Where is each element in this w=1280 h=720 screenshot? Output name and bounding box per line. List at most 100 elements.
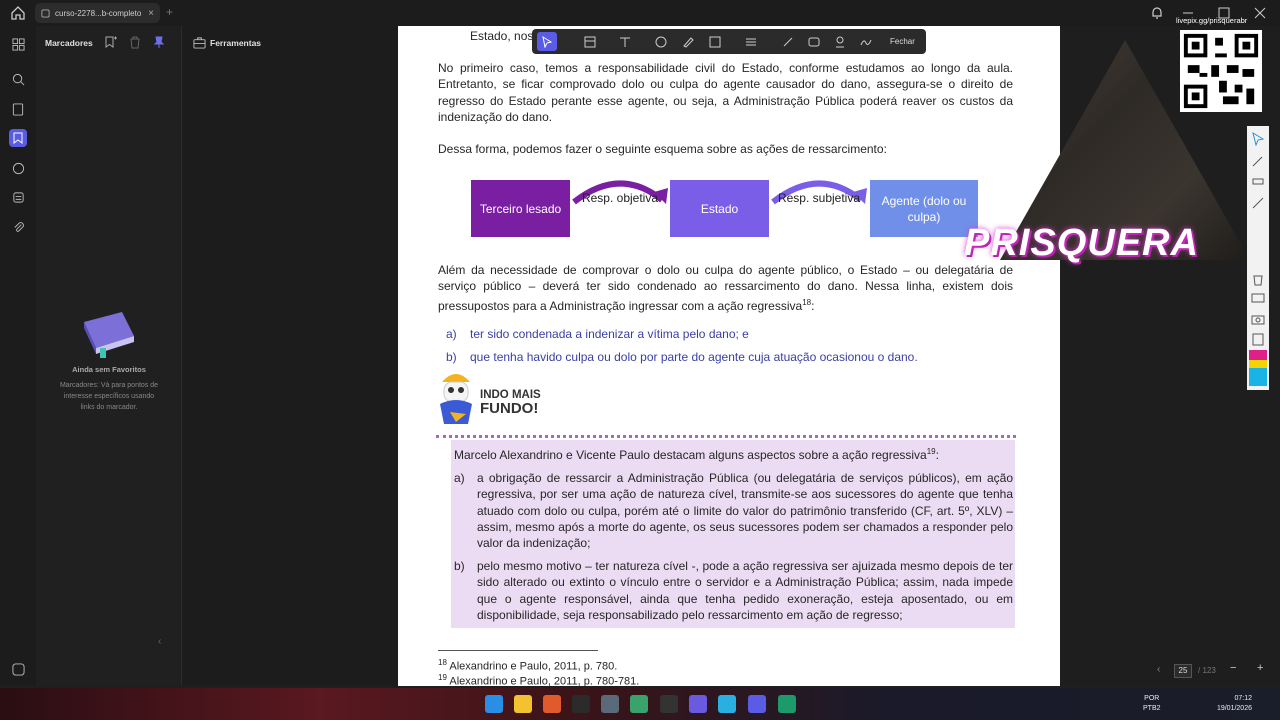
box-item-letter: a) <box>454 471 465 485</box>
color-swatch-yellow[interactable] <box>1249 360 1267 368</box>
toolbox-icon[interactable] <box>193 36 206 49</box>
tab-title: curso-2278...b-completo <box>55 8 142 18</box>
list-item: a) ter sido condenada a indenizar a vítim… <box>446 327 749 341</box>
qr-caption: livepix.gg/prisquerabr <box>1176 16 1248 25</box>
area-select-icon[interactable] <box>582 34 597 49</box>
pin-icon[interactable] <box>152 35 166 49</box>
diagram-box-estado: Estado <box>670 180 769 237</box>
pdf-app-icon[interactable] <box>748 695 766 713</box>
comment-tool-icon[interactable] <box>653 34 668 49</box>
mascot-icon <box>440 374 472 424</box>
clipboard-icon[interactable] <box>1251 332 1265 346</box>
dotted-divider <box>436 435 1016 438</box>
paragraph-3: Além da necessidade de comprovar o dolo … <box>438 263 1013 313</box>
zoom-out-button[interactable]: − <box>1230 662 1236 674</box>
layers-icon[interactable] <box>9 188 27 206</box>
tools-panel: Ferramentas <box>182 26 398 686</box>
list-item: b) que tenha havido culpa ou dolo por par… <box>446 350 918 364</box>
system-clock[interactable]: 07:12 19/01/2026 <box>1208 694 1252 714</box>
paragraph-1: No primeiro caso, temos a responsabilida… <box>438 61 1013 124</box>
file-explorer-icon[interactable] <box>514 695 532 713</box>
highlighter-icon[interactable] <box>680 34 695 49</box>
rectangle-tool-icon[interactable] <box>707 34 722 49</box>
box-item-text: pelo mesmo motivo – ter natureza cível -… <box>477 559 1013 622</box>
monitor-icon[interactable] <box>1251 292 1265 306</box>
select-tool-icon[interactable] <box>537 32 557 51</box>
sticker-icon[interactable] <box>832 34 847 49</box>
home-icon[interactable] <box>10 5 26 21</box>
color-swatch-magenta[interactable] <box>1249 350 1267 360</box>
comments-icon[interactable] <box>9 159 27 177</box>
streamer-brand: PRISQUERA <box>964 222 1199 264</box>
signature-icon[interactable] <box>858 34 873 49</box>
box-item-letter: b) <box>454 559 465 573</box>
taskbar: POR PTB2 07:12 19/01/2026 <box>0 688 1280 720</box>
camera-icon[interactable] <box>1251 312 1265 326</box>
app-icon-3[interactable] <box>689 695 707 713</box>
stamp-icon[interactable] <box>806 34 821 49</box>
pencil-icon[interactable] <box>1251 154 1265 168</box>
color-swatch-cyan[interactable] <box>1249 368 1267 386</box>
obs-icon[interactable] <box>660 695 678 713</box>
empty-bookmarks-illustration <box>84 312 134 358</box>
footnote-19: 19 Alexandrino e Paulo, 2011, p. 780-781… <box>438 673 640 686</box>
app-icon-2[interactable] <box>630 695 648 713</box>
indo-mais-fundo-banner: INDO MAIS FUNDO! <box>436 370 576 432</box>
add-bookmark-icon[interactable] <box>104 35 118 49</box>
diagram-box-agente: Agente (dolo ou culpa) <box>870 180 978 237</box>
bookmark-icon[interactable] <box>9 129 27 147</box>
new-tab-button[interactable]: + <box>166 5 173 19</box>
grid-icon[interactable] <box>9 35 27 53</box>
bookmarks-title: Marcadores <box>45 38 93 48</box>
highlight-box: Marcelo Alexandrino e Vicente Paulo dest… <box>451 440 1015 628</box>
footnote-18: 18 Alexandrino e Paulo, 2011, p. 780. <box>438 658 618 673</box>
ressarcimento-diagram: Terceiro lesado Resp. objetiva Estado Re… <box>470 176 980 246</box>
pen-icon[interactable] <box>780 34 795 49</box>
diagram-label-subjetiva: Resp. subjetiva <box>777 191 861 205</box>
prev-page-icon[interactable]: ‹ <box>1157 664 1160 675</box>
zoom-in-button[interactable]: + <box>1257 662 1263 674</box>
line-icon[interactable] <box>1251 196 1265 210</box>
footnote-divider <box>438 650 598 651</box>
draw-tool-strip <box>1247 126 1269 390</box>
document-page: Estado, nos No primeiro caso, temos a re… <box>398 26 1060 686</box>
page-number-input[interactable]: 25 <box>1174 664 1192 678</box>
box-intro: Marcelo Alexandrino e Vicente Paulo dest… <box>454 447 939 462</box>
empty-bookmarks-hint: Marcadores: Vá para pontos de interesse … <box>59 382 159 411</box>
terminal-icon[interactable] <box>572 695 590 713</box>
back-arrow-icon[interactable]: ‹ <box>158 636 161 647</box>
trash-icon[interactable] <box>1251 272 1265 286</box>
box-item-text: a obrigação de ressarcir a Administração… <box>477 471 1013 551</box>
top-bar: curso-2278...b-completo × + <box>0 0 1280 26</box>
diagram-box-terceiro: Terceiro lesado <box>471 180 570 237</box>
document-icon <box>41 8 50 18</box>
cursor-icon[interactable] <box>1251 132 1265 146</box>
brave-icon[interactable] <box>543 695 561 713</box>
close-window-icon[interactable] <box>1252 5 1268 21</box>
bell-icon[interactable] <box>1149 5 1165 21</box>
delete-bookmark-icon[interactable] <box>128 35 142 49</box>
search-icon[interactable] <box>9 70 27 88</box>
close-tab-icon[interactable]: × <box>148 8 154 19</box>
fundo-title: INDO MAIS FUNDO! <box>480 389 541 417</box>
eraser-icon[interactable] <box>1251 174 1265 188</box>
diagram-label-objetiva: Resp. objetiva <box>581 191 659 205</box>
pages-icon[interactable] <box>9 100 27 118</box>
strikethrough-icon[interactable] <box>743 34 758 49</box>
left-rail <box>0 26 36 686</box>
text-tool-icon[interactable] <box>617 34 632 49</box>
edge-icon[interactable] <box>778 695 796 713</box>
tools-title: Ferramentas <box>210 38 262 48</box>
language-indicator[interactable]: POR PTB2 <box>1143 694 1161 714</box>
app-icon-4[interactable] <box>718 695 736 713</box>
document-tab[interactable]: curso-2278...b-completo × <box>35 3 160 23</box>
annotation-toolbar: Fechar <box>532 29 926 54</box>
app-icon-1[interactable] <box>601 695 619 713</box>
empty-bookmarks-title: Ainda sem Favoritos <box>72 365 146 374</box>
page-total: / 123 <box>1198 666 1216 675</box>
app-logo-icon[interactable] <box>9 660 27 678</box>
close-toolbar-button[interactable]: Fechar <box>890 37 915 46</box>
attachment-icon[interactable] <box>9 218 27 236</box>
start-icon[interactable] <box>485 695 503 713</box>
app-window: curso-2278...b-completo × + Marcadores A… <box>0 0 1280 720</box>
